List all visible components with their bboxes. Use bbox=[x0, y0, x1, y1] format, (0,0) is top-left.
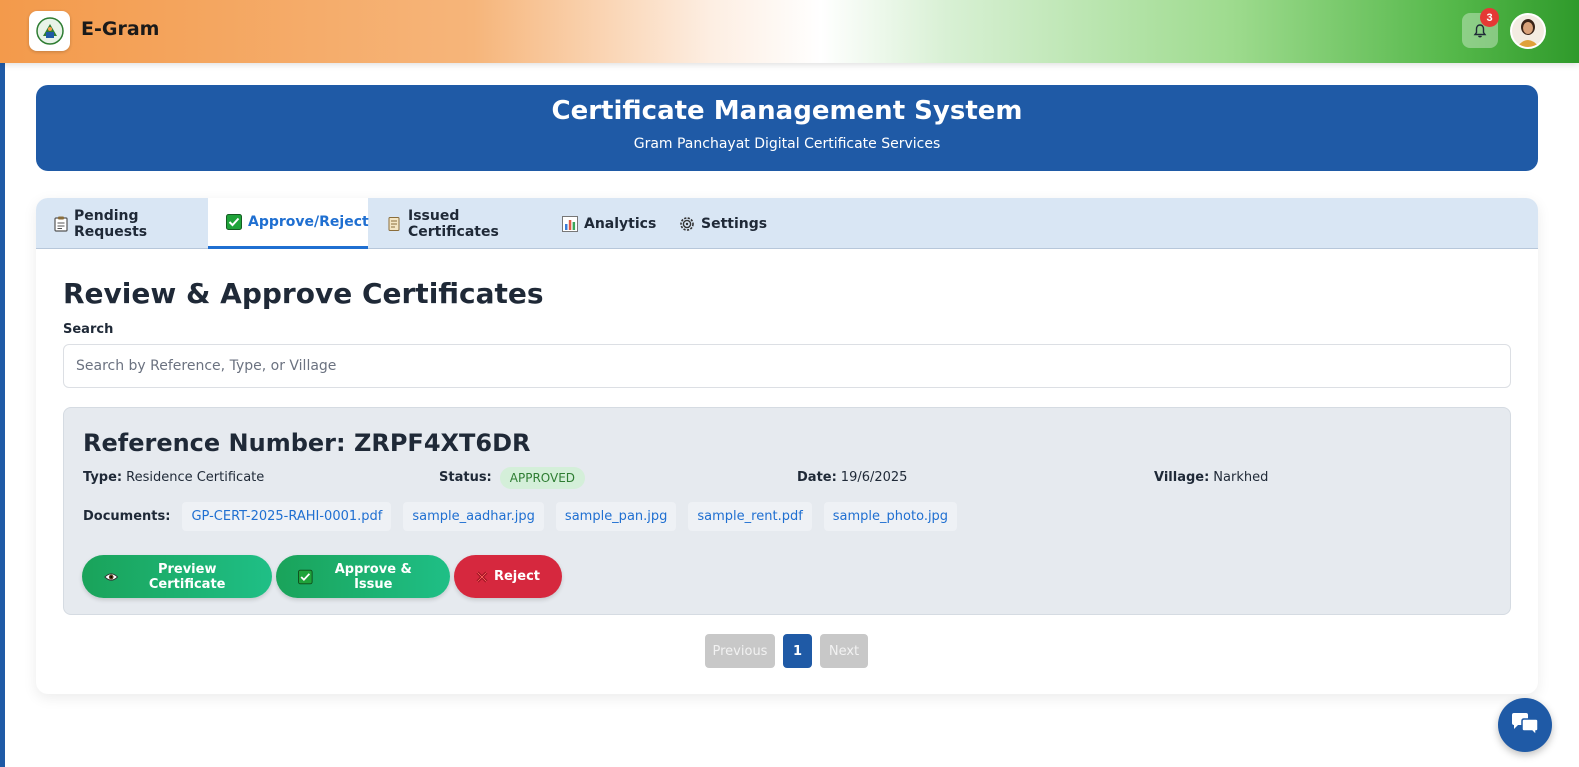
left-edge-strip bbox=[0, 0, 5, 767]
date-label: Date: bbox=[797, 470, 837, 485]
type-value: Residence Certificate bbox=[126, 470, 265, 485]
search-input[interactable] bbox=[63, 344, 1511, 388]
type-field: Type: Residence Certificate bbox=[83, 465, 264, 490]
next-page-button[interactable]: Next bbox=[820, 634, 868, 668]
document-link[interactable]: sample_pan.jpg bbox=[555, 502, 677, 531]
document-link[interactable]: GP-CERT-2025-RAHI-0001.pdf bbox=[182, 502, 392, 531]
banner-title: Certificate Management System bbox=[551, 96, 1023, 126]
gear-icon bbox=[679, 216, 695, 232]
village-field: Village: Narkhed bbox=[1154, 465, 1268, 490]
eye-icon bbox=[104, 572, 119, 581]
tab-issued-certificates[interactable]: Issued Certificates bbox=[368, 198, 544, 249]
status-badge: APPROVED bbox=[499, 466, 586, 489]
main-card: Pending Requests Approve/Reject Issued C… bbox=[36, 198, 1538, 694]
date-value: 19/6/2025 bbox=[840, 470, 908, 485]
type-label: Type: bbox=[83, 470, 123, 485]
approve-label: Approve & Issue bbox=[334, 561, 412, 592]
reject-button[interactable]: Reject bbox=[454, 555, 562, 598]
tab-label: Analytics bbox=[584, 215, 657, 232]
date-field: Date: 19/6/2025 bbox=[797, 465, 907, 490]
pagination: Previous 1 Next bbox=[705, 634, 868, 668]
document-link[interactable]: sample_photo.jpg bbox=[823, 502, 958, 531]
tab-approve-reject[interactable]: Approve/Reject bbox=[208, 198, 369, 249]
previous-page-button[interactable]: Previous bbox=[705, 634, 775, 668]
tab-label: Pending Requests bbox=[74, 207, 148, 240]
header-banner: Certificate Management System Gram Panch… bbox=[36, 85, 1538, 171]
top-bar: E-Gram 3 bbox=[0, 0, 1579, 63]
banner-subtitle: Gram Panchayat Digital Certificate Servi… bbox=[633, 136, 941, 152]
village-value: Narkhed bbox=[1213, 470, 1269, 485]
village-label: Village: bbox=[1154, 470, 1210, 485]
page-title: Review & Approve Certificates bbox=[63, 277, 544, 310]
status-field: Status: APPROVED bbox=[439, 465, 586, 490]
bar-chart-icon bbox=[562, 215, 578, 232]
check-box-icon bbox=[298, 569, 313, 584]
document-link[interactable]: sample_rent.pdf bbox=[688, 502, 812, 531]
request-card: Reference Number: ZRPF4XT6DR Type: Resid… bbox=[63, 407, 1511, 615]
action-buttons: Preview Certificate Approve & Issue Reje… bbox=[82, 555, 562, 598]
avatar-image bbox=[1512, 15, 1544, 47]
app-brand[interactable]: E-Gram bbox=[81, 18, 159, 40]
tab-bar: Pending Requests Approve/Reject Issued C… bbox=[36, 198, 1538, 249]
tab-label: Settings bbox=[701, 215, 768, 232]
tab-label: Approve/Reject bbox=[248, 214, 369, 230]
notification-count-badge: 3 bbox=[1480, 8, 1499, 27]
cross-icon bbox=[476, 571, 488, 582]
reject-label: Reject bbox=[493, 569, 540, 584]
documents-row: Documents: GP-CERT-2025-RAHI-0001.pdf sa… bbox=[83, 502, 958, 531]
status-label: Status: bbox=[439, 470, 492, 485]
app-logo[interactable] bbox=[29, 11, 70, 51]
emblem-icon bbox=[35, 17, 64, 45]
tab-pending-requests[interactable]: Pending Requests bbox=[36, 198, 208, 249]
tab-label: Issued Certificates bbox=[408, 207, 499, 240]
chat-button[interactable] bbox=[1498, 698, 1552, 752]
approve-issue-button[interactable]: Approve & Issue bbox=[276, 555, 450, 598]
search-label: Search bbox=[63, 322, 114, 337]
page-1-button[interactable]: 1 bbox=[783, 634, 812, 668]
tab-settings[interactable]: Settings bbox=[661, 198, 777, 249]
document-link[interactable]: sample_aadhar.jpg bbox=[403, 502, 544, 531]
preview-certificate-button[interactable]: Preview Certificate bbox=[82, 555, 272, 598]
scroll-icon bbox=[386, 216, 402, 232]
clipboard-icon bbox=[54, 216, 68, 232]
reference-number: Reference Number: ZRPF4XT6DR bbox=[83, 429, 531, 457]
chat-icon bbox=[1512, 713, 1539, 737]
user-avatar[interactable] bbox=[1510, 13, 1546, 49]
tab-analytics[interactable]: Analytics bbox=[544, 198, 661, 249]
check-box-icon bbox=[226, 214, 242, 230]
preview-label: Preview Certificate bbox=[148, 561, 226, 592]
documents-label: Documents: bbox=[83, 509, 171, 524]
